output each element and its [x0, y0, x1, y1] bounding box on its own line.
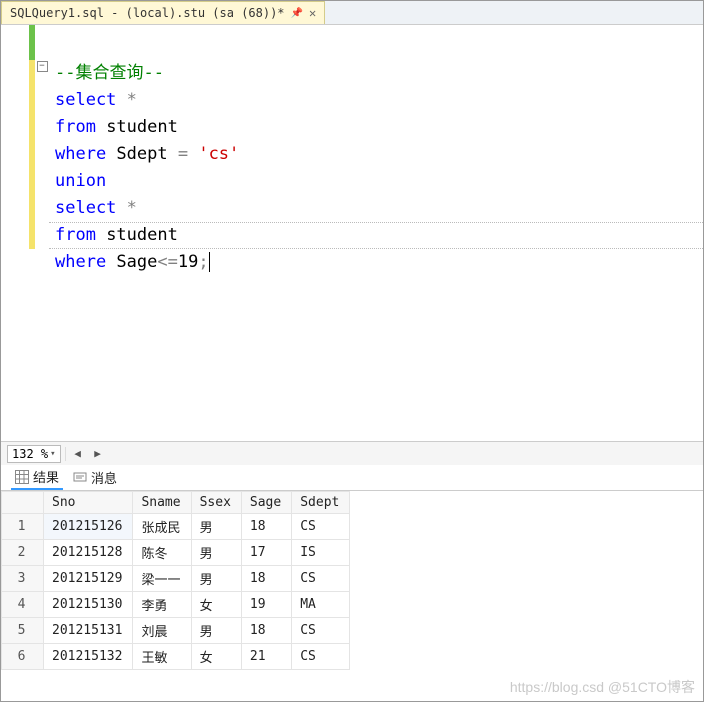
cell[interactable]: CS [292, 566, 350, 592]
cell[interactable]: 男 [191, 566, 241, 592]
tab-messages-label: 消息 [91, 468, 117, 487]
cell[interactable]: 18 [241, 618, 291, 644]
results-grid-wrap: SnoSnameSsexSageSdept 1201215126张成民男18CS… [1, 491, 703, 701]
grid-icon [15, 470, 29, 484]
nav-back-icon[interactable]: ◀ [70, 446, 86, 462]
cell[interactable]: 18 [241, 514, 291, 540]
code-comment: --集合查询-- [55, 63, 164, 83]
table-row[interactable]: 1201215126张成民男18CS [2, 514, 350, 540]
cell[interactable]: 201215128 [44, 540, 133, 566]
sql-editor[interactable]: − --集合查询-- select * from student where S… [1, 25, 703, 441]
chevron-down-icon: ▾ [50, 449, 55, 459]
cell[interactable]: 王敏 [133, 644, 191, 670]
rownum-cell[interactable]: 6 [2, 644, 44, 670]
close-icon[interactable]: ✕ [309, 6, 316, 20]
rownum-cell[interactable]: 1 [2, 514, 44, 540]
cell[interactable]: 17 [241, 540, 291, 566]
file-tab-bar: SQLQuery1.sql - (local).stu (sa (68))* 📌… [1, 1, 703, 25]
file-tab-title: SQLQuery1.sql - (local).stu (sa (68))* [10, 6, 285, 20]
cell[interactable]: 201215126 [44, 514, 133, 540]
col-header[interactable]: Sname [133, 492, 191, 514]
text-cursor [209, 252, 220, 272]
cell[interactable]: 201215131 [44, 618, 133, 644]
code-content[interactable]: --集合查询-- select * from student where Sde… [49, 25, 703, 441]
results-grid[interactable]: SnoSnameSsexSageSdept 1201215126张成民男18CS… [1, 491, 350, 670]
results-tab-bar: 结果 消息 [1, 465, 703, 491]
cell[interactable]: 女 [191, 592, 241, 618]
cell[interactable]: IS [292, 540, 350, 566]
cell[interactable]: MA [292, 592, 350, 618]
tab-messages[interactable]: 消息 [69, 466, 121, 489]
pin-icon[interactable]: 📌 [291, 8, 303, 19]
cell[interactable]: 19 [241, 592, 291, 618]
cell[interactable]: CS [292, 644, 350, 670]
cell[interactable]: 21 [241, 644, 291, 670]
editor-status-bar: 132 % ▾ ◀ ▶ [1, 441, 703, 465]
cell[interactable]: 201215129 [44, 566, 133, 592]
col-header[interactable]: Sno [44, 492, 133, 514]
cell[interactable]: 男 [191, 618, 241, 644]
table-row[interactable]: 6201215132王敏女21CS [2, 644, 350, 670]
message-icon [73, 471, 87, 485]
rownum-header[interactable] [2, 492, 44, 514]
zoom-combo[interactable]: 132 % ▾ [7, 445, 61, 463]
cell[interactable]: CS [292, 618, 350, 644]
cell[interactable]: 女 [191, 644, 241, 670]
rownum-cell[interactable]: 2 [2, 540, 44, 566]
cell[interactable]: 201215130 [44, 592, 133, 618]
col-header[interactable]: Sdept [292, 492, 350, 514]
nav-fwd-icon[interactable]: ▶ [90, 446, 106, 462]
rownum-cell[interactable]: 5 [2, 618, 44, 644]
rownum-cell[interactable]: 3 [2, 566, 44, 592]
file-tab[interactable]: SQLQuery1.sql - (local).stu (sa (68))* 📌… [1, 1, 325, 24]
zoom-value: 132 % [12, 447, 48, 461]
table-row[interactable]: 5201215131刘晨男18CS [2, 618, 350, 644]
col-header[interactable]: Ssex [191, 492, 241, 514]
cell[interactable]: 李勇 [133, 592, 191, 618]
cell[interactable]: 陈冬 [133, 540, 191, 566]
cell[interactable]: 男 [191, 540, 241, 566]
cell[interactable]: 梁一一 [133, 566, 191, 592]
tab-results-label: 结果 [33, 467, 59, 486]
watermark: https://blog.csd @51CTO博客 [510, 677, 695, 697]
cell[interactable]: CS [292, 514, 350, 540]
table-row[interactable]: 3201215129梁一一男18CS [2, 566, 350, 592]
cell[interactable]: 刘晨 [133, 618, 191, 644]
col-header[interactable]: Sage [241, 492, 291, 514]
table-header-row: SnoSnameSsexSageSdept [2, 492, 350, 514]
fold-toggle[interactable]: − [37, 61, 48, 72]
cell[interactable]: 张成民 [133, 514, 191, 540]
cell[interactable]: 201215132 [44, 644, 133, 670]
rownum-cell[interactable]: 4 [2, 592, 44, 618]
cell[interactable]: 男 [191, 514, 241, 540]
tab-results[interactable]: 结果 [11, 465, 63, 490]
table-row[interactable]: 2201215128陈冬男17IS [2, 540, 350, 566]
table-row[interactable]: 4201215130李勇女19MA [2, 592, 350, 618]
cell[interactable]: 18 [241, 566, 291, 592]
